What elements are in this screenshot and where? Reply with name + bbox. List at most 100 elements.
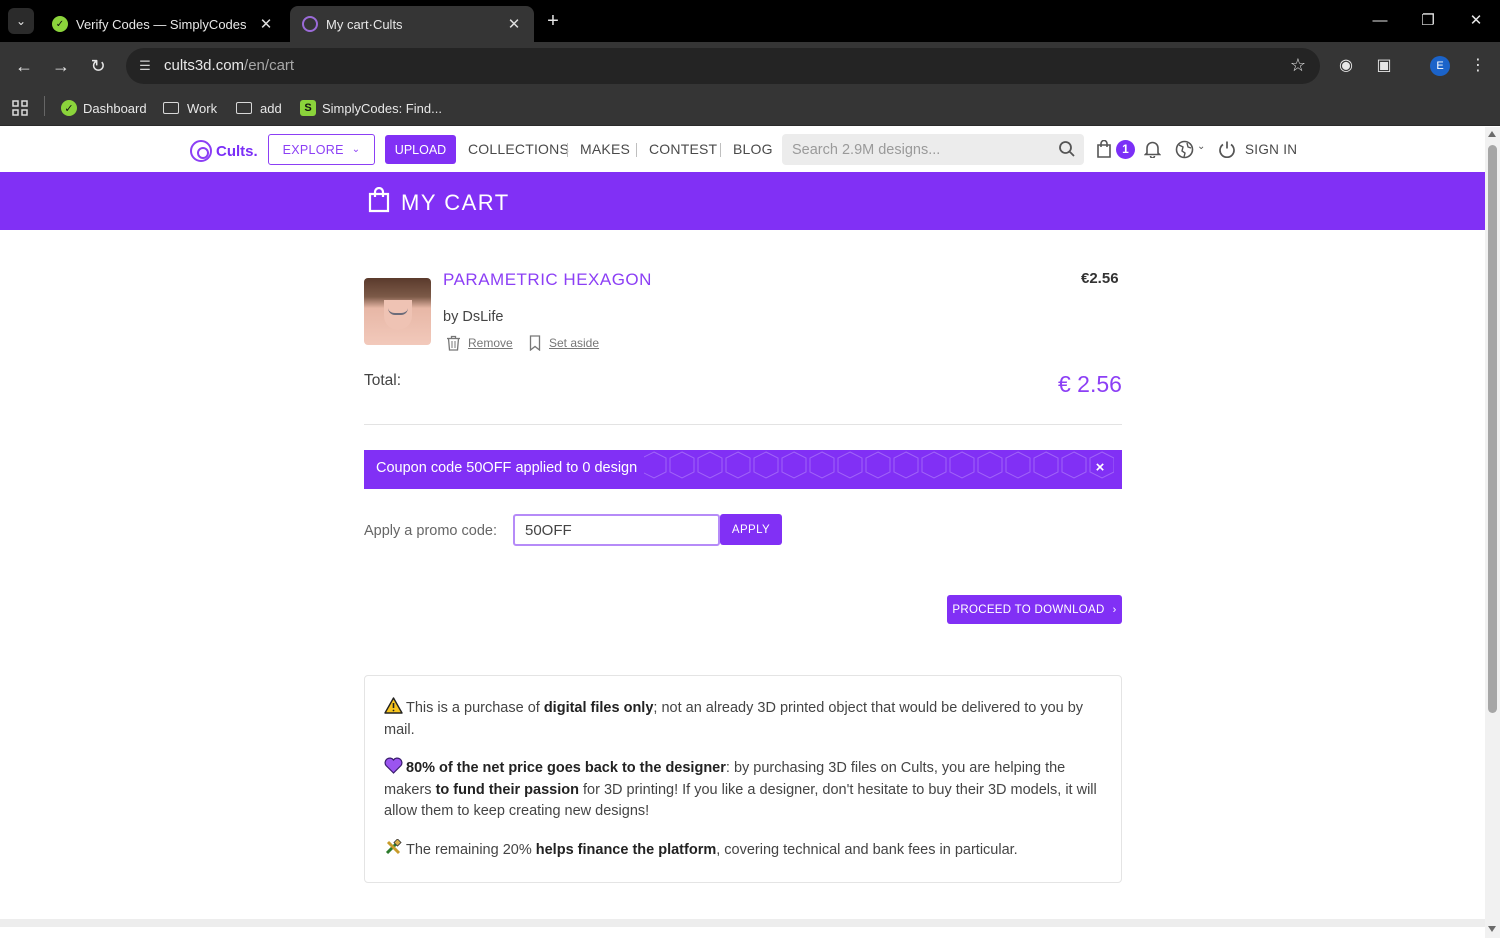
nav-makes[interactable]: MAKES — [580, 141, 630, 157]
cart-count-badge[interactable]: 1 — [1116, 140, 1135, 159]
cults-logo-icon — [190, 140, 212, 162]
bookmark-simplycodes[interactable]: S SimplyCodes: Find... — [300, 98, 442, 118]
extensions-icon[interactable]: ▣ — [1372, 54, 1396, 78]
new-tab-button[interactable]: + — [542, 10, 564, 32]
divider — [364, 424, 1122, 425]
heart-icon — [384, 757, 403, 774]
close-window-icon[interactable]: ✕ — [1465, 10, 1487, 32]
address-bar[interactable]: ☰ cults3d.com/en/cart ☆ — [126, 48, 1320, 84]
cart-bag-icon[interactable] — [1096, 140, 1112, 158]
restore-window-icon[interactable]: ❐ — [1417, 10, 1439, 32]
remove-label: Remove — [468, 336, 513, 350]
nav-blog[interactable]: BLOG — [733, 141, 773, 157]
total-label: Total: — [364, 372, 402, 389]
nav-divider — [636, 143, 637, 157]
bookmark-label: add — [260, 100, 282, 116]
globe-icon[interactable] — [1175, 140, 1194, 159]
purchase-info-box: This is a purchase of digital files only… — [364, 675, 1122, 883]
scroll-down-arrow-icon[interactable] — [1488, 926, 1496, 932]
sign-in-link[interactable]: SIGN IN — [1245, 142, 1297, 157]
remove-button[interactable]: Remove — [446, 335, 513, 351]
bookmark-work[interactable]: Work — [163, 98, 217, 118]
logo-text: Cults. — [216, 142, 258, 160]
explore-label: EXPLORE — [282, 142, 344, 157]
apply-promo-button[interactable]: APPLY — [720, 514, 782, 545]
bookmarks-bar: ✓ Dashboard Work add S SimplyCodes: Find… — [0, 90, 1500, 126]
shopping-bag-icon — [368, 187, 390, 213]
close-icon[interactable]: × — [1093, 459, 1107, 477]
promo-code-input[interactable] — [513, 514, 720, 546]
bookmark-label: Dashboard — [83, 100, 147, 116]
search-icon[interactable] — [1058, 140, 1076, 158]
profile-avatar[interactable]: E — [1430, 56, 1450, 76]
page-title: MY CART — [401, 190, 510, 215]
search-input[interactable] — [782, 134, 1052, 165]
power-icon[interactable] — [1218, 140, 1236, 158]
tab-title: Verify Codes — SimplyCodes — [76, 16, 247, 32]
item-thumbnail[interactable] — [364, 278, 431, 345]
info-platform-fees: The remaining 20% helps finance the plat… — [384, 838, 1102, 862]
bookmark-icon — [529, 335, 541, 351]
chevron-down-icon[interactable]: ⌄ — [1197, 141, 1205, 152]
reload-icon[interactable]: ↻ — [86, 54, 110, 78]
url-text: cults3d.com/en/cart — [164, 57, 295, 74]
scrollbar-thumb[interactable] — [1488, 145, 1497, 713]
bell-icon[interactable] — [1144, 140, 1161, 158]
scroll-up-arrow-icon[interactable] — [1488, 131, 1496, 137]
bookmark-star-icon[interactable]: ☆ — [1290, 55, 1306, 76]
coupon-message: Coupon code 50OFF applied to 0 design — [376, 460, 638, 476]
thumbnail-neck-shape — [384, 300, 412, 330]
coupon-alert: Coupon code 50OFF applied to 0 design × — [364, 450, 1122, 489]
tab-cults-cart[interactable]: My cart·Cults ✕ — [290, 6, 534, 42]
tools-icon — [385, 838, 402, 854]
bookmark-dashboard[interactable]: ✓ Dashboard — [61, 98, 147, 118]
hexagon-pattern-decoration — [644, 451, 1114, 479]
page-viewport: Cults. EXPLORE ⌄ UPLOAD COLLECTIONS MAKE… — [0, 127, 1485, 938]
item-author[interactable]: by DsLife — [443, 309, 503, 325]
tab-title: My cart·Cults — [326, 16, 403, 32]
folder-icon — [236, 102, 252, 114]
browser-toolbar: ← → ↻ ☰ cults3d.com/en/cart ☆ ◉ ▣ ⋮ — [0, 42, 1500, 90]
apps-grid-icon[interactable] — [12, 98, 28, 118]
nav-divider — [567, 143, 568, 157]
nav-collections[interactable]: COLLECTIONS — [468, 141, 569, 157]
cults-logo[interactable]: Cults. — [190, 139, 258, 163]
proceed-to-download-button[interactable]: PROCEED TO DOWNLOAD › — [947, 595, 1122, 624]
promo-code-label: Apply a promo code: — [364, 523, 497, 539]
chevron-down-icon: ⌄ — [351, 144, 361, 155]
site-search — [782, 134, 1084, 165]
site-settings-icon[interactable]: ☰ — [136, 57, 154, 75]
tab-simplycodes[interactable]: ✓ Verify Codes — SimplyCodes ✕ — [40, 6, 286, 42]
set-aside-label: Set aside — [549, 336, 600, 350]
chevron-right-icon: › — [1112, 603, 1117, 616]
nav-contest[interactable]: CONTEST — [649, 141, 717, 157]
cults-favicon-icon — [302, 16, 318, 32]
simplycodes-favicon-icon: ✓ — [52, 16, 68, 32]
bookmark-label: SimplyCodes: Find... — [322, 100, 442, 116]
upload-button[interactable]: UPLOAD — [385, 135, 456, 164]
explore-button[interactable]: EXPLORE ⌄ — [268, 134, 375, 165]
info-designer-share: 80% of the net price goes back to the de… — [384, 757, 1102, 823]
cart-banner: MY CART — [0, 172, 1485, 230]
more-menu-icon[interactable]: ⋮ — [1466, 54, 1490, 78]
bookmark-add[interactable]: add — [236, 98, 282, 118]
bookmark-label: Work — [187, 100, 218, 116]
total-value: € 2.56 — [1058, 371, 1122, 397]
proceed-label: PROCEED TO DOWNLOAD — [952, 603, 1105, 616]
close-tab-icon[interactable]: ✕ — [258, 15, 274, 33]
simplycodes-favicon-icon: S — [300, 100, 316, 116]
site-header: Cults. EXPLORE ⌄ UPLOAD COLLECTIONS MAKE… — [0, 127, 1485, 172]
browser-tab-bar: ⌄ ✓ Verify Codes — SimplyCodes ✕ My cart… — [0, 0, 1500, 42]
nav-divider — [720, 143, 721, 157]
translate-icon[interactable]: ◉ — [1334, 54, 1358, 78]
set-aside-button[interactable]: Set aside — [529, 335, 599, 351]
forward-icon[interactable]: → — [49, 54, 73, 78]
page-scrollbar[interactable] — [1485, 127, 1500, 938]
back-icon[interactable]: ← — [12, 54, 36, 78]
warning-icon — [384, 697, 403, 714]
item-title-link[interactable]: PARAMETRIC HEXAGON — [443, 270, 652, 290]
tab-search-menu-icon[interactable]: ⌄ — [8, 8, 34, 34]
dashboard-favicon-icon: ✓ — [61, 100, 77, 116]
close-tab-icon[interactable]: ✕ — [506, 15, 522, 33]
minimize-window-icon[interactable]: — — [1369, 10, 1391, 32]
